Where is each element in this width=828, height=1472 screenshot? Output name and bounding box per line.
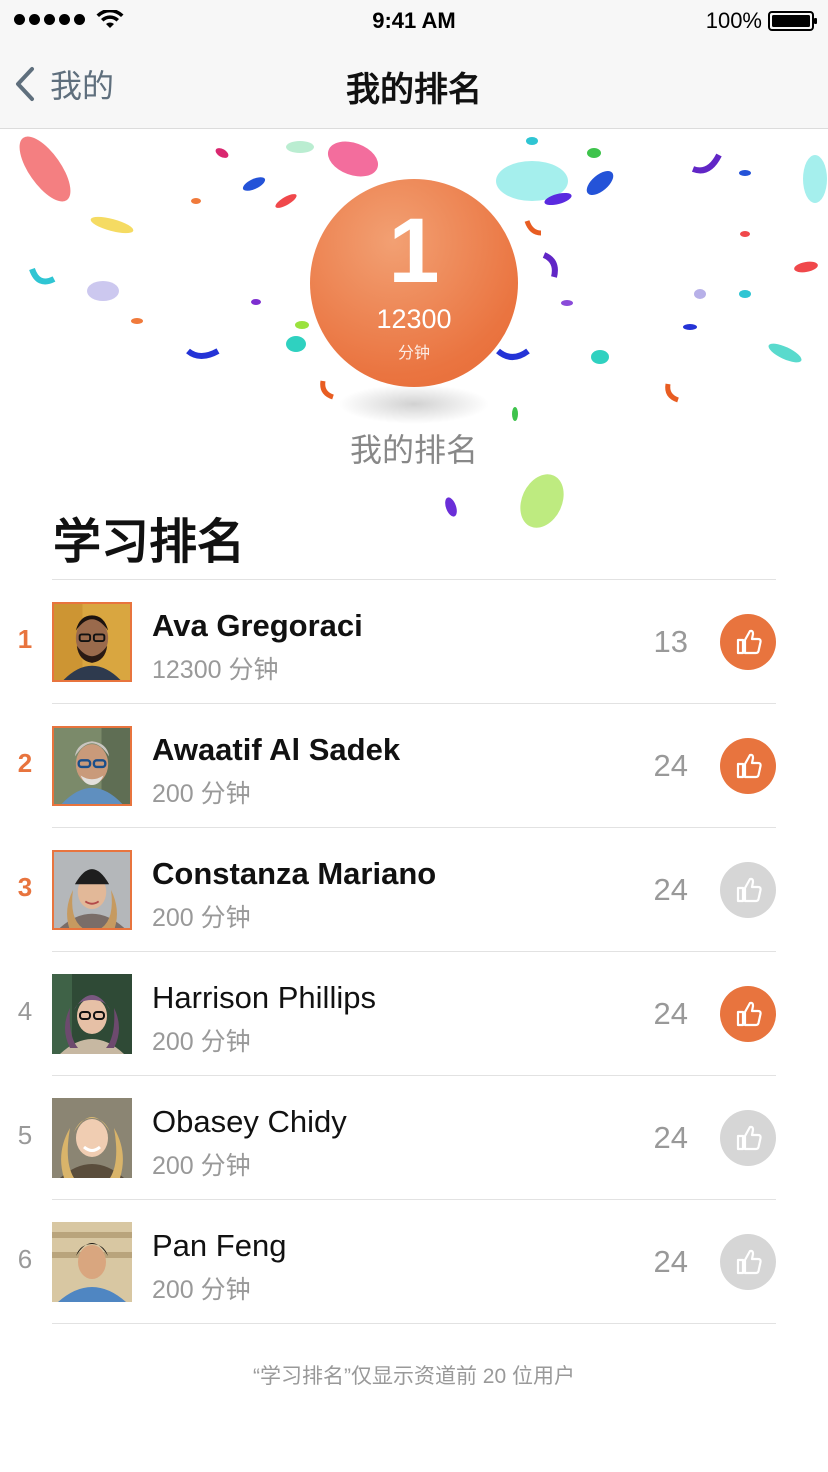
like-button[interactable]: [720, 738, 776, 794]
avatar[interactable]: [52, 1098, 132, 1178]
my-rank-unit: 分钟: [397, 345, 430, 362]
row-like-count: 24: [653, 872, 688, 907]
avatar-image: [54, 604, 130, 680]
ranking-row[interactable]: 4 Harrison Phillips 200 分钟 24: [18, 952, 776, 1076]
thumbs-up-icon: [736, 877, 762, 903]
avatar[interactable]: [52, 974, 132, 1054]
ranking-row[interactable]: 6 Pan Feng 200 分钟 24: [18, 1200, 776, 1324]
like-button[interactable]: [720, 986, 776, 1042]
row-rank-number: 1: [17, 624, 33, 654]
battery-percentage: 100%: [705, 8, 762, 33]
ranking-row[interactable]: 2 Awaatif Al Sadek 200 分钟 24: [18, 704, 776, 828]
ranking-row[interactable]: 5 Obasey Chidy 200 分钟 24: [18, 1076, 776, 1200]
my-rank-badge: 1 12300 分钟: [310, 179, 518, 387]
avatar-image: [54, 728, 130, 804]
like-button[interactable]: [720, 614, 776, 670]
row-like-count: 24: [653, 1244, 688, 1279]
row-like-count: 24: [653, 748, 688, 783]
thumbs-up-icon: [736, 1249, 762, 1275]
row-user-name: Pan Feng: [152, 1228, 287, 1263]
avatar[interactable]: [52, 850, 132, 930]
avatar-image: [54, 852, 130, 928]
footer-note: “学习排名”仅显示资道前 20 位用户: [252, 1365, 575, 1388]
ranking-list: 1 Ava Gregoraci 12300 分钟 13 2 Awaatif Al…: [0, 580, 828, 1324]
like-button[interactable]: [720, 1234, 776, 1290]
row-like-count: 13: [653, 624, 688, 659]
like-button[interactable]: [720, 1110, 776, 1166]
row-study-minutes: 200 分钟: [152, 1028, 251, 1056]
avatar[interactable]: [52, 726, 132, 806]
row-rank-number: 2: [17, 748, 33, 778]
row-study-minutes: 200 分钟: [152, 904, 251, 932]
navigation-bar: 我的 我的排名: [0, 40, 828, 129]
status-time: 9:41 AM: [372, 8, 456, 33]
avatar-image: [52, 1098, 132, 1178]
my-rank-hero: 1 12300 分钟 我的排名: [0, 129, 828, 529]
ranking-row[interactable]: 3 Constanza Mariano 200 分钟 24: [18, 828, 776, 952]
section-title: 学习排名: [53, 516, 246, 569]
my-rank-label: 我的排名: [349, 432, 478, 468]
row-study-minutes: 200 分钟: [152, 1276, 251, 1304]
avatar[interactable]: [52, 1222, 132, 1302]
rank-circle-shadow: [338, 384, 490, 424]
row-rank-number: 4: [17, 996, 33, 1026]
row-user-name: Obasey Chidy: [152, 1104, 347, 1139]
page-title: 我的排名: [346, 71, 482, 109]
row-user-name: Awaatif Al Sadek: [152, 732, 401, 767]
my-rank-number: 1: [388, 200, 440, 302]
row-like-count: 24: [653, 1120, 688, 1155]
avatar-image: [52, 974, 132, 1054]
row-rank-number: 5: [17, 1120, 33, 1150]
row-like-count: 24: [653, 996, 688, 1031]
row-study-minutes: 12300 分钟: [152, 656, 279, 684]
like-button[interactable]: [720, 862, 776, 918]
row-rank-number: 3: [17, 872, 33, 902]
thumbs-up-icon: [736, 629, 762, 655]
thumbs-up-icon: [736, 1125, 762, 1151]
battery-icon: [768, 11, 817, 31]
my-rank-minutes: 12300: [376, 304, 452, 334]
thumbs-up-icon: [736, 753, 762, 779]
row-user-name: Harrison Phillips: [152, 980, 376, 1015]
row-study-minutes: 200 分钟: [152, 1152, 251, 1180]
row-user-name: Constanza Mariano: [152, 856, 437, 891]
avatar[interactable]: [52, 602, 132, 682]
status-bar: 9:41 AM 100%: [0, 0, 828, 40]
avatar-image: [52, 1222, 132, 1302]
ranking-row[interactable]: 1 Ava Gregoraci 12300 分钟 13: [18, 580, 776, 704]
row-user-name: Ava Gregoraci: [152, 608, 363, 643]
row-study-minutes: 200 分钟: [152, 780, 251, 808]
thumbs-up-icon: [736, 1001, 762, 1027]
row-rank-number: 6: [17, 1244, 33, 1274]
